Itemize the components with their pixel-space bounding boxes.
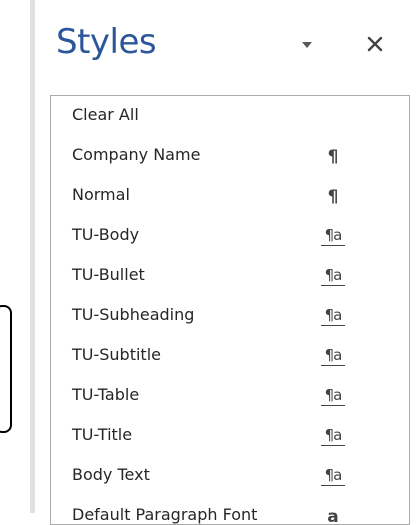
- linked-style-icon: ¶a: [321, 226, 345, 248]
- style-name: TU-Body: [72, 225, 140, 244]
- style-item-tu-table[interactable]: TU-Table ¶a: [51, 376, 409, 416]
- style-item-tu-bullet[interactable]: TU-Bullet ¶a: [51, 256, 409, 296]
- paragraph-mark-icon: ¶: [327, 147, 339, 167]
- close-x-icon: [367, 36, 383, 52]
- style-item-clear-all[interactable]: Clear All: [51, 96, 409, 136]
- style-item-tu-subtitle[interactable]: TU-Subtitle ¶a: [51, 336, 409, 376]
- character-style-icon: a: [327, 507, 339, 525]
- linked-style-icon: ¶a: [321, 306, 345, 328]
- linked-style-icon: ¶a: [321, 466, 345, 488]
- style-name: Company Name: [72, 145, 201, 164]
- style-item-tu-title[interactable]: TU-Title ¶a: [51, 416, 409, 456]
- style-item-tu-body[interactable]: TU-Body ¶a: [51, 216, 409, 256]
- close-pane-button[interactable]: [362, 30, 390, 58]
- style-name: Body Text: [72, 465, 150, 484]
- styles-pane: Styles Clear All Company Name ¶ Normal ¶…: [35, 0, 416, 525]
- style-item-normal[interactable]: Normal ¶: [51, 176, 409, 216]
- styles-list[interactable]: Clear All Company Name ¶ Normal ¶ TU-Bod…: [50, 95, 410, 525]
- style-name: Clear All: [72, 105, 139, 124]
- linked-style-icon: ¶a: [321, 386, 345, 408]
- style-item-tu-subheading[interactable]: TU-Subheading ¶a: [51, 296, 409, 336]
- style-name: TU-Subtitle: [72, 345, 161, 364]
- pane-title: Styles: [56, 22, 157, 62]
- style-name: TU-Table: [72, 385, 140, 404]
- style-item-body-text[interactable]: Body Text ¶a: [51, 456, 409, 496]
- style-name: TU-Title: [72, 425, 133, 444]
- linked-style-icon: ¶a: [321, 346, 345, 368]
- dropdown-triangle-icon: [302, 42, 312, 48]
- paragraph-mark-icon: ¶: [327, 187, 339, 207]
- document-shape: [0, 305, 12, 433]
- style-item-default-paragraph-font[interactable]: Default Paragraph Font a: [51, 496, 409, 525]
- linked-style-icon: ¶a: [321, 266, 345, 288]
- style-name: TU-Subheading: [72, 305, 195, 324]
- linked-style-icon: ¶a: [321, 426, 345, 448]
- style-name: Normal: [72, 185, 130, 204]
- task-pane-options-button[interactable]: [299, 38, 315, 52]
- style-name: Default Paragraph Font: [72, 505, 258, 524]
- style-item-company-name[interactable]: Company Name ¶: [51, 136, 409, 176]
- pane-header: Styles: [35, 0, 416, 88]
- document-area: [0, 0, 30, 513]
- style-name: TU-Bullet: [72, 265, 145, 284]
